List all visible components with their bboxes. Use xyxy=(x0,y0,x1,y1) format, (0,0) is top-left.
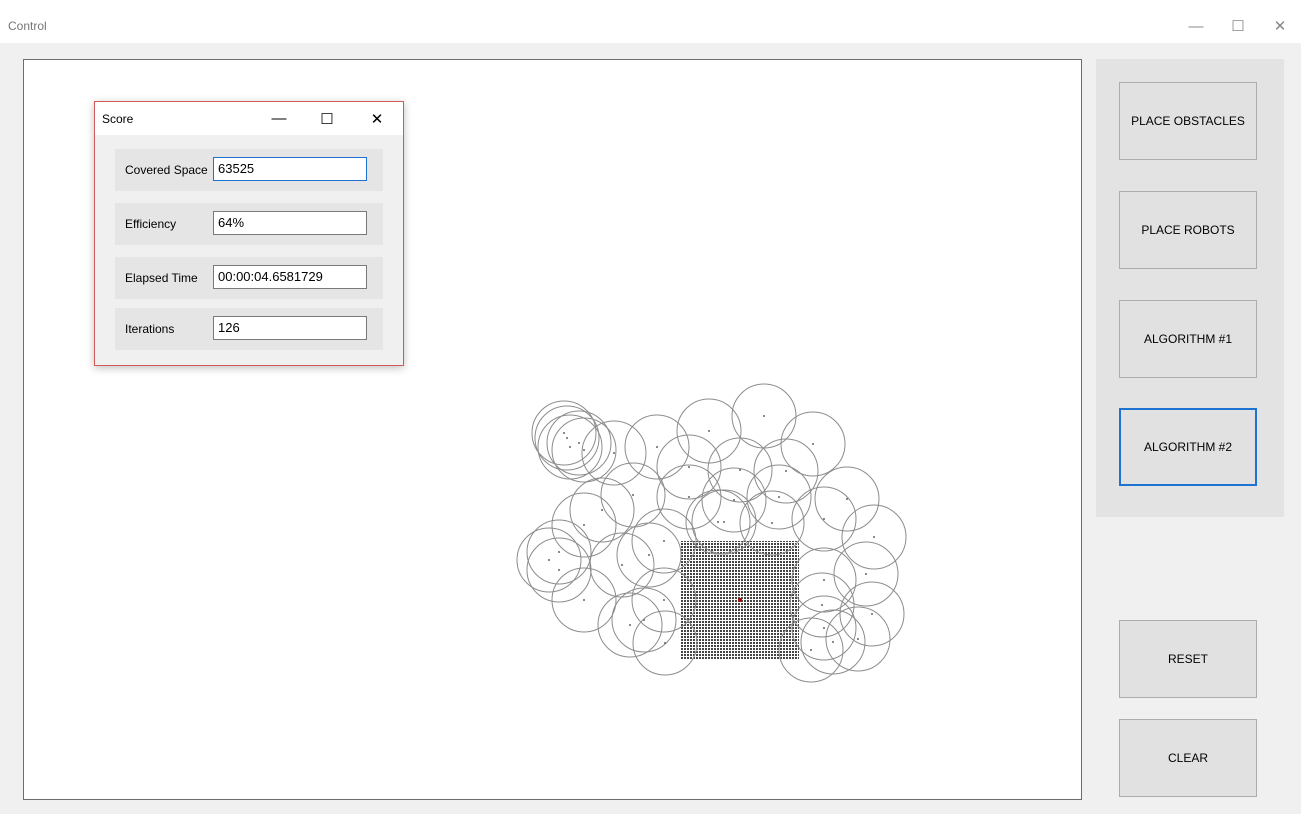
algorithm-1-button[interactable]: ALGORITHM #1 xyxy=(1119,300,1257,378)
robot-center-dot xyxy=(778,496,780,498)
window-title: Control xyxy=(8,19,47,33)
robot-center-dot xyxy=(717,521,719,523)
score-title: Score xyxy=(102,112,134,126)
robot-center-dot xyxy=(578,442,580,444)
robot-center-dot xyxy=(688,466,690,468)
robot-center-dot xyxy=(763,415,765,417)
robot-center-dot xyxy=(629,624,631,626)
score-title-bar[interactable]: Score — ☐ ✕ xyxy=(95,102,403,135)
robot-center-dot xyxy=(621,564,623,566)
robot-center-dot xyxy=(739,469,741,471)
robot-center-dot xyxy=(771,522,773,524)
efficiency-field[interactable]: 64% xyxy=(213,211,367,235)
iterations-row: Iterations 126 xyxy=(115,308,383,350)
robot-center-dot xyxy=(832,641,834,643)
robot-center-dot xyxy=(823,627,825,629)
robot-center-dot xyxy=(810,649,812,651)
iterations-field[interactable]: 126 xyxy=(213,316,367,340)
reset-button[interactable]: RESET xyxy=(1119,620,1257,698)
robot-center-dot xyxy=(583,449,585,451)
robot-center-dot xyxy=(664,642,666,644)
robot-center-dot xyxy=(613,452,615,454)
maximize-button[interactable]: ☐ xyxy=(1217,9,1259,43)
robot-center-dot xyxy=(871,613,873,615)
clear-button[interactable]: CLEAR xyxy=(1119,719,1257,797)
covered-space-label: Covered Space xyxy=(125,163,208,177)
elapsed-time-field[interactable]: 00:00:04.6581729 xyxy=(213,265,367,289)
minimize-button[interactable]: — xyxy=(1175,9,1217,43)
score-close-button[interactable]: ✕ xyxy=(357,102,397,135)
robot-center-dot xyxy=(846,498,848,500)
robot-center-dot xyxy=(632,494,634,496)
robot-center-dot xyxy=(873,536,875,538)
robot-center-dot xyxy=(688,496,690,498)
target-point xyxy=(738,598,742,602)
robot-center-dot xyxy=(563,432,565,434)
close-button[interactable]: ✕ xyxy=(1259,9,1301,43)
robot-center-dot xyxy=(548,559,550,561)
covered-space-row: Covered Space 63525 xyxy=(115,149,383,191)
robot-center-dot xyxy=(823,579,825,581)
robot-center-dot xyxy=(821,604,823,606)
control-title-bar[interactable]: Control — ☐ ✕ xyxy=(0,9,1301,43)
background-window-strip xyxy=(0,0,1301,9)
robot-center-dot xyxy=(558,551,560,553)
elapsed-time-row: Elapsed Time 00:00:04.6581729 xyxy=(115,257,383,299)
robot-center-dot xyxy=(857,638,859,640)
robot-center-dot xyxy=(663,599,665,601)
robot-center-dot xyxy=(569,446,571,448)
score-dialog: Score — ☐ ✕ Covered Space 63525 Efficien… xyxy=(94,101,404,366)
robot-center-dot xyxy=(785,470,787,472)
score-minimize-button[interactable]: — xyxy=(259,102,299,135)
efficiency-row: Efficiency 64% xyxy=(115,203,383,245)
robot-center-dot xyxy=(865,573,867,575)
place-obstacles-button[interactable]: PLACE OBSTACLES xyxy=(1119,82,1257,160)
robot-center-dot xyxy=(558,569,560,571)
elapsed-time-label: Elapsed Time xyxy=(125,271,198,285)
score-maximize-button[interactable]: ☐ xyxy=(307,102,347,135)
robot-center-dot xyxy=(663,540,665,542)
robot-center-dot xyxy=(733,499,735,501)
robot-center-dot xyxy=(723,521,725,523)
iterations-label: Iterations xyxy=(125,322,175,336)
robot-center-dot xyxy=(656,446,658,448)
robot-center-dot xyxy=(648,554,650,556)
robot-center-dot xyxy=(566,437,568,439)
robot-center-dot xyxy=(583,599,585,601)
efficiency-label: Efficiency xyxy=(125,217,177,231)
robot-center-dot xyxy=(601,509,603,511)
place-robots-button[interactable]: PLACE ROBOTS xyxy=(1119,191,1257,269)
covered-space-field[interactable]: 63525 xyxy=(213,157,367,181)
robot-center-dot xyxy=(708,430,710,432)
algorithm-2-button[interactable]: ALGORITHM #2 xyxy=(1119,408,1257,486)
robot-center-dot xyxy=(583,524,585,526)
robot-center-dot xyxy=(823,518,825,520)
robot-center-dot xyxy=(812,443,814,445)
